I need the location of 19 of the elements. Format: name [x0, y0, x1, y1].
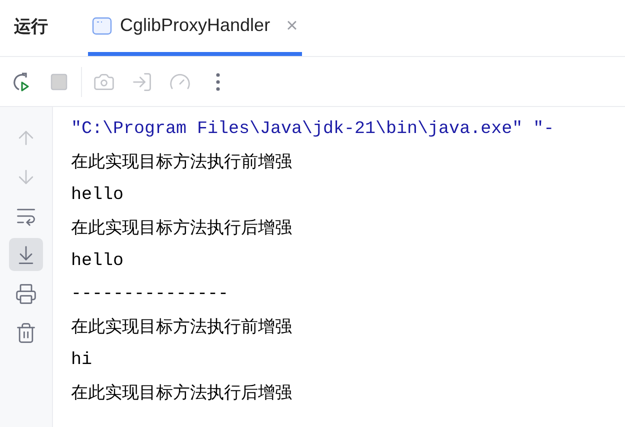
console-line: 在此实现目标方法执行后增强	[71, 217, 293, 240]
console-line: 在此实现目标方法执行前增强	[71, 316, 293, 339]
scroll-to-end-button[interactable]	[9, 238, 43, 271]
window-icon	[92, 16, 112, 34]
stop-icon	[49, 72, 69, 92]
console-line: ---------------	[71, 283, 230, 306]
run-tab[interactable]: CglibProxyHandler ×	[88, 0, 302, 56]
tab-label: CglibProxyHandler	[120, 14, 270, 37]
console-line: hello	[71, 250, 125, 273]
trash-icon	[15, 322, 37, 344]
console-line: 在此实现目标方法执行后增强	[71, 382, 293, 405]
printer-icon	[15, 282, 37, 304]
enter-icon	[131, 70, 153, 92]
console-line: hello	[71, 184, 125, 207]
panel-title: 运行	[14, 16, 48, 38]
console-line: "C:\Program Files\Java\jdk-21\bin\java.exe" "-	[71, 118, 556, 141]
more-icon	[216, 72, 220, 90]
console-line: 在此实现目标方法执行前增强	[71, 151, 293, 174]
console-line: hi	[71, 349, 94, 372]
